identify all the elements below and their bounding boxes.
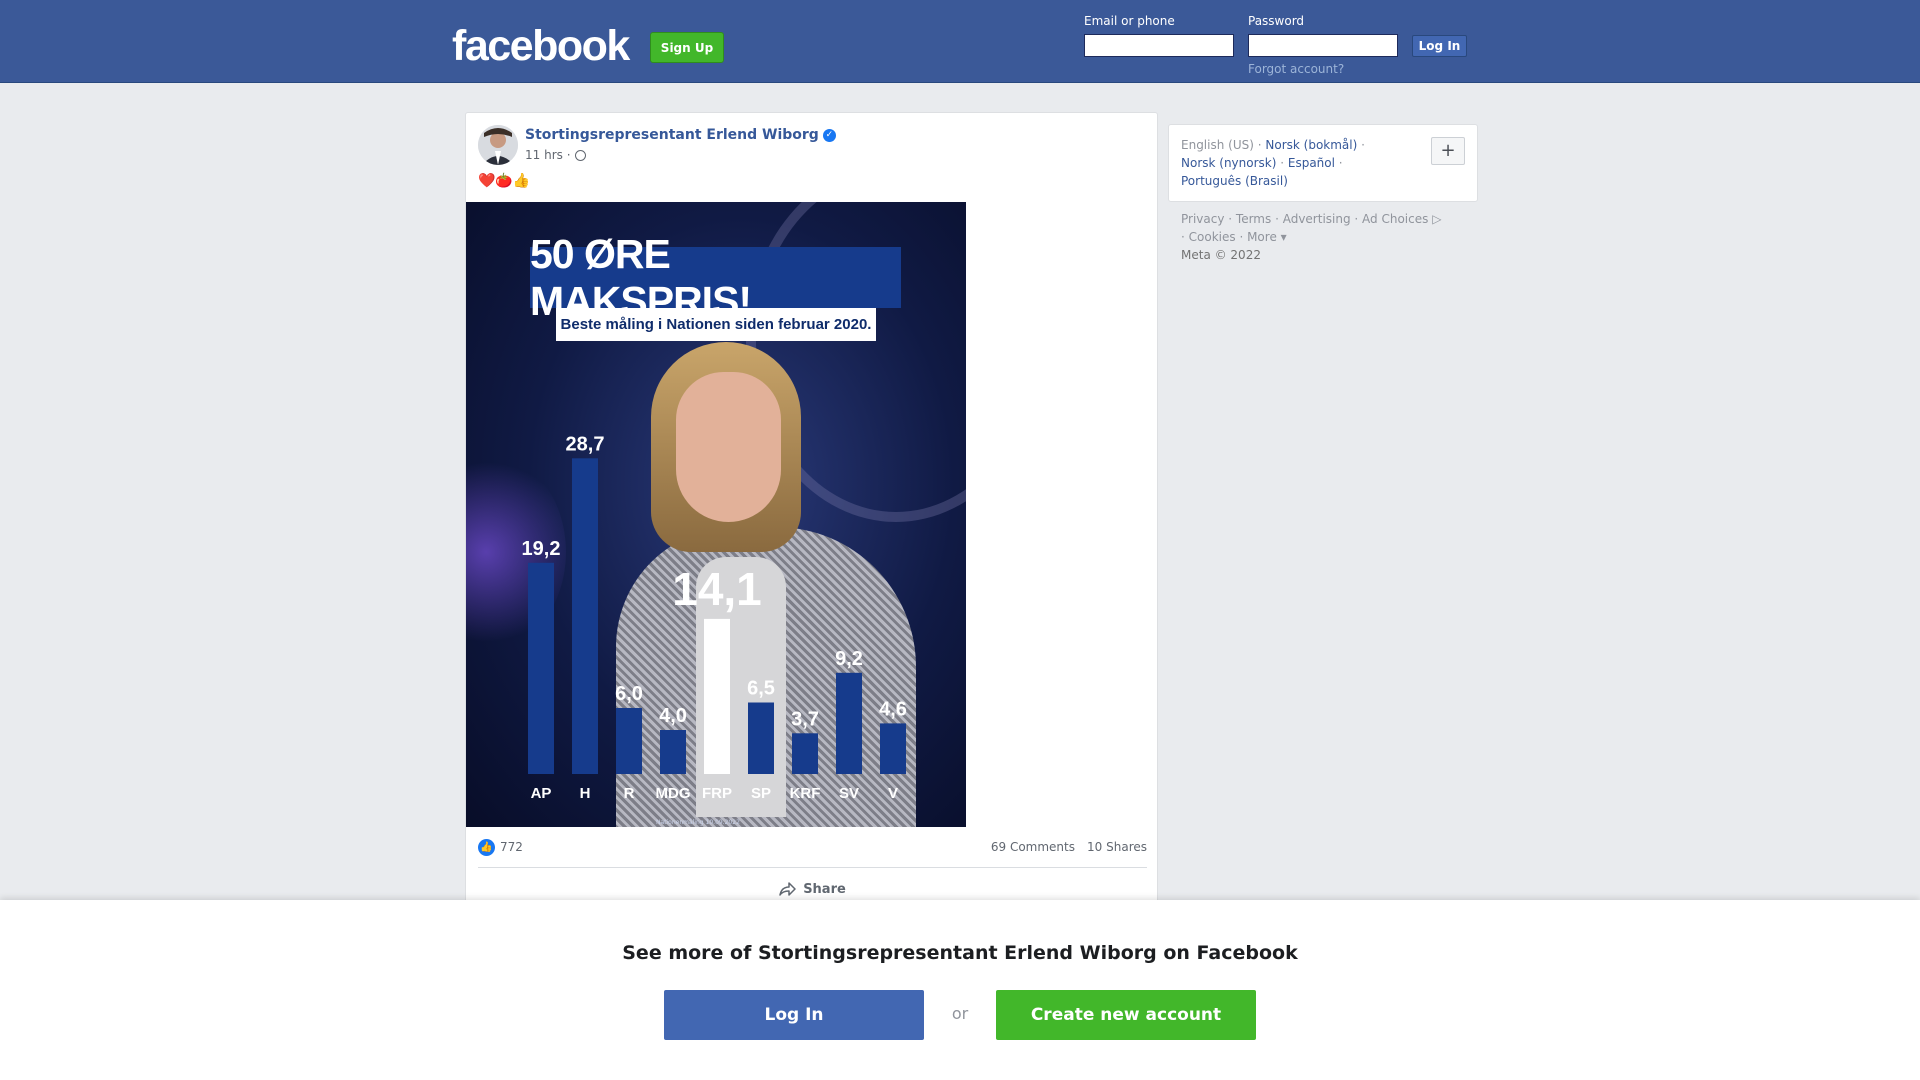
value-label-krf: 3,7	[791, 708, 819, 730]
category-label-krf: KRF	[790, 785, 821, 802]
sign-up-button[interactable]: Sign Up	[650, 32, 724, 63]
email-label: Email or phone	[1084, 14, 1175, 28]
comments-count[interactable]: 69 Comments	[991, 840, 1075, 854]
bar-h	[572, 458, 598, 774]
value-label-mdg: 4,0	[659, 705, 687, 727]
overlay-title: See more of Stortingsrepresentant Erlend…	[622, 942, 1298, 964]
privacy-link[interactable]: Privacy	[1181, 212, 1224, 226]
email-input[interactable]	[1084, 34, 1234, 57]
language-selector: English (US) · Norsk (bokmål) · Norsk (n…	[1168, 124, 1478, 202]
bar-sv	[836, 672, 862, 774]
language-link-bokmal[interactable]: Norsk (bokmål)	[1265, 138, 1357, 152]
post-image[interactable]: 50 ØRE MAKSPRIS! Beste måling i Nationen…	[466, 202, 966, 827]
header-login-button[interactable]: Log In	[1412, 35, 1467, 57]
like-reaction-icon: 👍	[478, 839, 495, 856]
bar-v	[880, 723, 906, 774]
post-meta: 11 hrs ·	[525, 148, 586, 162]
ad-choices-icon: ▷	[1428, 212, 1442, 226]
advertising-link[interactable]: Advertising	[1283, 212, 1351, 226]
password-label: Password	[1248, 14, 1305, 28]
caret-down-icon: ▾	[1276, 230, 1287, 244]
bar-frp	[704, 618, 730, 774]
ad-choices-link[interactable]: Ad Choices	[1362, 212, 1428, 226]
value-label-frp: 14,1	[672, 563, 762, 615]
avatar-image	[478, 125, 518, 165]
more-languages-button[interactable]: +	[1431, 137, 1465, 165]
value-label-r: 6,0	[615, 683, 643, 705]
copyright: Meta © 2022	[1181, 248, 1261, 262]
like-count[interactable]: 772	[500, 840, 523, 854]
bar-r	[616, 708, 642, 774]
globe-icon	[574, 149, 586, 161]
overlay-login-button[interactable]: Log In	[664, 990, 924, 1040]
password-input[interactable]	[1248, 34, 1398, 57]
login-prompt-overlay: See more of Stortingsrepresentant Erlend…	[0, 900, 1920, 1080]
bar-krf	[792, 733, 818, 774]
terms-link[interactable]: Terms	[1236, 212, 1271, 226]
bar-ap	[528, 562, 554, 774]
value-label-v: 4,6	[879, 698, 907, 720]
divider	[478, 867, 1147, 868]
share-label: Share	[803, 881, 846, 897]
bar-sp	[748, 702, 774, 774]
more-link[interactable]: More	[1247, 230, 1277, 244]
facebook-logo[interactable]: facebook	[452, 22, 630, 71]
category-label-sv: SV	[839, 785, 859, 802]
language-link-espanol[interactable]: Español	[1288, 156, 1335, 170]
verified-badge-icon: ✓	[822, 128, 836, 142]
value-label-ap: 19,2	[522, 538, 561, 560]
create-account-button[interactable]: Create new account	[996, 990, 1256, 1040]
share-button[interactable]: Share	[466, 878, 1159, 900]
post-timestamp[interactable]: 11 hrs ·	[525, 148, 571, 162]
language-link-nynorsk[interactable]: Norsk (nynorsk)	[1181, 156, 1276, 170]
post-text: ❤️🍅👍	[478, 173, 531, 189]
share-icon	[779, 882, 796, 896]
category-label-r: R	[624, 785, 635, 802]
category-label-v: V	[888, 785, 898, 802]
post-card: Stortingsrepresentant Erlend Wiborg ✓ 11…	[465, 112, 1158, 912]
author-name[interactable]: Stortingsrepresentant Erlend Wiborg	[525, 127, 819, 143]
value-label-sp: 6,5	[747, 678, 775, 700]
poll-bar-chart: 19,2 AP 28,7 H 6,0 R 4,0 MDG 14,1 FRP 6,5 SP 3,7 KRF 9…	[522, 433, 907, 802]
category-label-frp: FRP	[702, 785, 732, 802]
current-language: English (US)	[1181, 138, 1254, 152]
value-label-h: 28,7	[566, 433, 605, 455]
post-author[interactable]: Stortingsrepresentant Erlend Wiborg ✓	[525, 127, 836, 143]
footer-links: Privacy · Terms · Advertising · Ad Choic…	[1181, 212, 1442, 262]
language-link-portugues[interactable]: Português (Brasil)	[1181, 174, 1288, 188]
post-stats: 👍 772 69 Comments 10 Shares	[478, 838, 1147, 858]
category-label-h: H	[580, 785, 591, 802]
author-avatar[interactable]	[478, 125, 518, 165]
shares-count[interactable]: 10 Shares	[1087, 840, 1147, 854]
category-label-ap: AP	[531, 785, 552, 802]
bar-mdg	[660, 730, 686, 774]
cookies-link[interactable]: Cookies	[1189, 230, 1236, 244]
forgot-account-link[interactable]: Forgot account?	[1248, 62, 1344, 76]
or-separator: or	[951, 1004, 969, 1023]
category-label-sp: SP	[751, 785, 771, 802]
top-navbar: facebook Sign Up Email or phone Password…	[0, 0, 1920, 83]
category-label-mdg: MDG	[656, 785, 691, 802]
chart-source: Nationenmåling 10.09.2022	[656, 819, 740, 826]
value-label-sv: 9,2	[835, 648, 863, 670]
